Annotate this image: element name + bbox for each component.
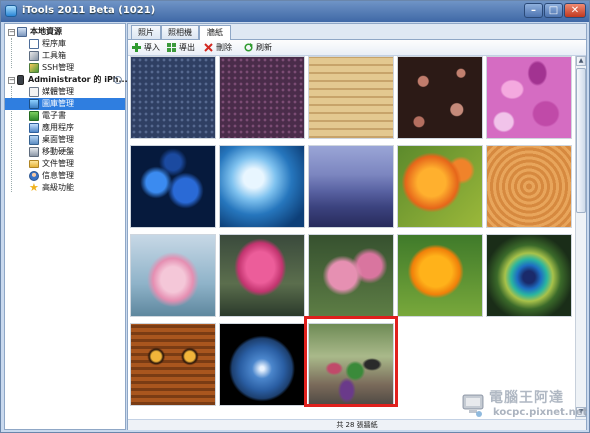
itools-app-icon xyxy=(5,5,17,17)
tree-label: 移動硬盤 xyxy=(42,147,74,156)
watermark-url: kocpc.pixnet.net xyxy=(493,407,588,418)
tree-device[interactable]: − Administrator 的 iPh... xyxy=(5,74,128,86)
tree-label: 程序庫 xyxy=(42,39,66,48)
sidebar-item-toolbox[interactable]: 工具箱 xyxy=(5,50,125,62)
tree-label: 媒體管理 xyxy=(42,87,74,96)
sidebar-item-contacts[interactable]: 信息管理 xyxy=(5,170,125,182)
title-bar: iTools 2011 Beta (1021) – □ ✕ xyxy=(1,1,589,22)
wallpaper-grid xyxy=(128,56,575,419)
star-icon: ★ xyxy=(29,181,39,194)
folder-icon xyxy=(29,160,39,168)
wallpaper-thumbnail[interactable] xyxy=(130,234,216,317)
tree-label: 本地資源 xyxy=(30,27,62,36)
tree-label: 電子書 xyxy=(42,111,66,120)
sidebar-item-ssh[interactable]: SSH管理 xyxy=(5,62,125,74)
sidebar-item-usb-drive[interactable]: 移動硬盤 xyxy=(5,146,125,158)
computer-icon xyxy=(17,27,27,37)
watermark-logo-icon xyxy=(462,394,484,417)
import-label: 導入 xyxy=(144,43,160,52)
sidebar-item-app-library[interactable]: 程序庫 xyxy=(5,38,125,50)
main-panel: 照片 照相機 牆紙 導入 導出 刪除 刷新 ▲ ▼ 共 28 張牆紙 xyxy=(127,23,587,430)
desktop-icon xyxy=(29,135,39,145)
tab-photos[interactable]: 照片 xyxy=(131,25,161,39)
wallpaper-thumbnail[interactable] xyxy=(486,56,572,139)
export-icon xyxy=(167,43,176,52)
collapse-icon[interactable]: − xyxy=(8,77,15,84)
wallpaper-thumbnail[interactable] xyxy=(486,234,572,317)
collapse-icon[interactable]: − xyxy=(8,29,15,36)
tree-label: 應用程序 xyxy=(42,123,74,132)
tree-label: 高級功能 xyxy=(42,183,74,192)
wallpaper-thumbnail[interactable] xyxy=(397,56,483,139)
tree-label: 信息管理 xyxy=(42,171,74,180)
sidebar-item-media[interactable]: 媒體管理 xyxy=(5,86,125,98)
toolbox-icon xyxy=(29,51,39,61)
wallpaper-thumbnail[interactable] xyxy=(308,234,394,317)
sidebar-item-ebook[interactable]: 電子書 xyxy=(5,110,125,122)
tree-label: 工具箱 xyxy=(42,51,66,60)
device-refresh-icon[interactable] xyxy=(114,76,122,84)
wallpaper-thumbnail[interactable] xyxy=(397,145,483,228)
highlight-box xyxy=(304,316,398,407)
app-library-icon xyxy=(29,39,39,49)
toolbar: 導入 導出 刪除 刷新 xyxy=(128,40,586,56)
wallpaper-thumbnail[interactable] xyxy=(130,323,216,406)
wallpaper-thumbnail[interactable] xyxy=(219,56,305,139)
sidebar-item-advanced[interactable]: ★ 高級功能 xyxy=(5,182,125,194)
scroll-up-icon[interactable]: ▲ xyxy=(576,56,586,66)
sidebar-item-files[interactable]: 文件管理 xyxy=(5,158,125,170)
refresh-icon xyxy=(244,43,253,52)
sidebar-item-photo-library[interactable]: 圖庫管理 xyxy=(5,98,125,110)
window-title: iTools 2011 Beta (1021) xyxy=(22,5,156,16)
wallpaper-thumbnail[interactable] xyxy=(486,145,572,228)
export-label: 導出 xyxy=(179,43,195,52)
wallpaper-thumbnail[interactable] xyxy=(397,234,483,317)
wallpaper-thumbnail[interactable] xyxy=(308,145,394,228)
wallpaper-thumbnail[interactable] xyxy=(219,323,305,406)
sidebar-item-desktop[interactable]: 桌面管理 xyxy=(5,134,125,146)
photo-library-icon xyxy=(29,99,39,109)
tab-camera[interactable]: 照相機 xyxy=(161,25,199,39)
tree-label: SSH管理 xyxy=(42,63,75,72)
usb-drive-icon xyxy=(29,147,39,157)
maximize-button[interactable]: □ xyxy=(544,3,563,18)
wallpaper-thumbnail[interactable] xyxy=(130,56,216,139)
wallpaper-thumbnail[interactable] xyxy=(219,145,305,228)
apps-icon xyxy=(29,123,39,133)
sidebar-tree: − 本地資源 程序庫 工具箱 SSH管理 − Administrator 的 i… xyxy=(4,23,128,430)
scrollbar-thumb[interactable] xyxy=(576,68,586,213)
sidebar-item-apps[interactable]: 應用程序 xyxy=(5,122,125,134)
media-icon xyxy=(29,87,39,97)
tree-label: 桌面管理 xyxy=(42,135,74,144)
wallpaper-thumbnail[interactable] xyxy=(308,56,394,139)
tree-label: 文件管理 xyxy=(42,159,74,168)
delete-icon xyxy=(204,43,213,52)
tree-label: Administrator 的 iPh... xyxy=(28,75,128,84)
minimize-button[interactable]: – xyxy=(524,3,543,18)
tree-local-resources[interactable]: − 本地資源 xyxy=(5,26,125,38)
watermark: 電腦王阿達 kocpc.pixnet.net xyxy=(457,385,587,425)
ssh-icon xyxy=(29,63,39,73)
watermark-text: 電腦王阿達 xyxy=(489,390,564,406)
ebook-icon xyxy=(29,111,39,121)
wallpaper-thumbnail[interactable] xyxy=(130,145,216,228)
vertical-scrollbar[interactable]: ▲ ▼ xyxy=(575,56,586,419)
contacts-icon xyxy=(29,171,39,181)
close-button[interactable]: ✕ xyxy=(564,3,586,18)
tab-wallpaper[interactable]: 牆紙 xyxy=(199,25,231,40)
refresh-label: 刷新 xyxy=(256,43,272,52)
add-icon xyxy=(132,43,141,52)
app-window: iTools 2011 Beta (1021) – □ ✕ − 本地資源 程序庫… xyxy=(0,0,590,433)
tree-label: 圖庫管理 xyxy=(42,99,74,108)
tab-bar: 照片 照相機 牆紙 xyxy=(128,24,586,40)
iphone-icon xyxy=(17,75,24,85)
delete-label: 刪除 xyxy=(216,43,232,52)
wallpaper-thumbnail[interactable] xyxy=(219,234,305,317)
